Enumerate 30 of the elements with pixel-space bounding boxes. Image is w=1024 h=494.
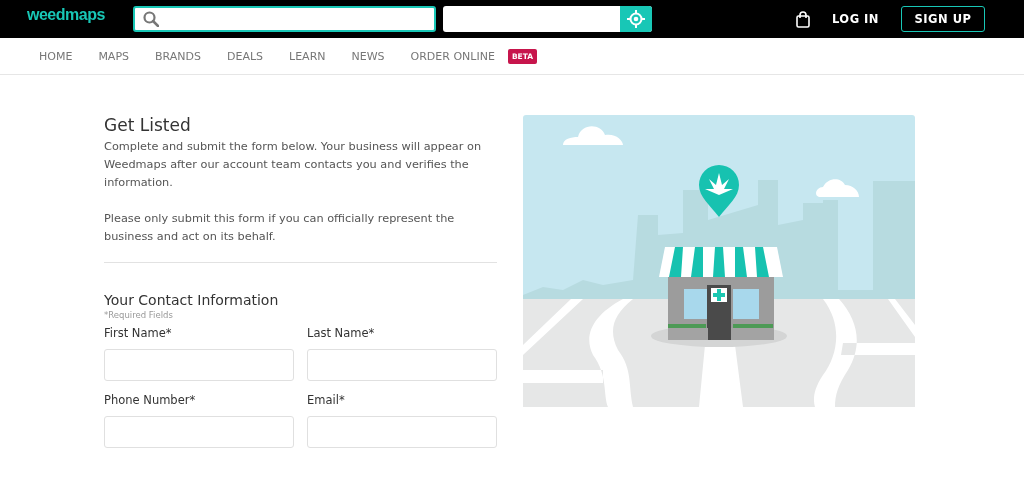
nav-link[interactable]: ORDER ONLINE [410,49,495,63]
crosshair-icon [627,10,645,28]
location-field[interactable] [443,6,652,32]
required-note: *Required Fields [104,310,174,320]
search-icon [143,11,159,27]
section-title: Your Contact Information [104,292,280,308]
field-label: Phone Number* [104,393,197,407]
page-title: Get Listed [104,115,192,135]
field-label: Email* [307,393,346,407]
nav-link[interactable]: BRANDS [155,49,201,63]
intro-paragraph: Please only submit this form if you can officially represent the business and act on its behalf. [104,211,456,245]
nav-link[interactable]: MAPS [98,49,129,63]
nav-link[interactable]: HOME [39,49,73,63]
input-field[interactable] [307,349,497,381]
logo[interactable]: weedmaps [27,6,123,32]
input-field[interactable] [307,416,497,448]
input-field[interactable] [104,349,294,381]
signup-button[interactable]: SIGN UP [901,6,985,32]
search-field[interactable] [133,6,436,32]
field-label: Last Name* [307,326,376,340]
intro-paragraph: Complete and submit the form below. Your business will appear on Weedmaps after our account team contacts you and verifies the information. [104,139,483,191]
nav-link[interactable]: NEWS [351,49,385,63]
login-link[interactable]: LOG IN [831,12,879,26]
nav-link[interactable]: LEARN [289,49,326,63]
shopping-bag-icon[interactable] [795,10,810,28]
logo-text: weedmaps [27,6,105,24]
locate-button[interactable] [620,6,652,32]
input-field[interactable] [104,416,294,448]
field-label: First Name* [104,326,173,340]
nav-link[interactable]: DEALS [226,49,264,63]
